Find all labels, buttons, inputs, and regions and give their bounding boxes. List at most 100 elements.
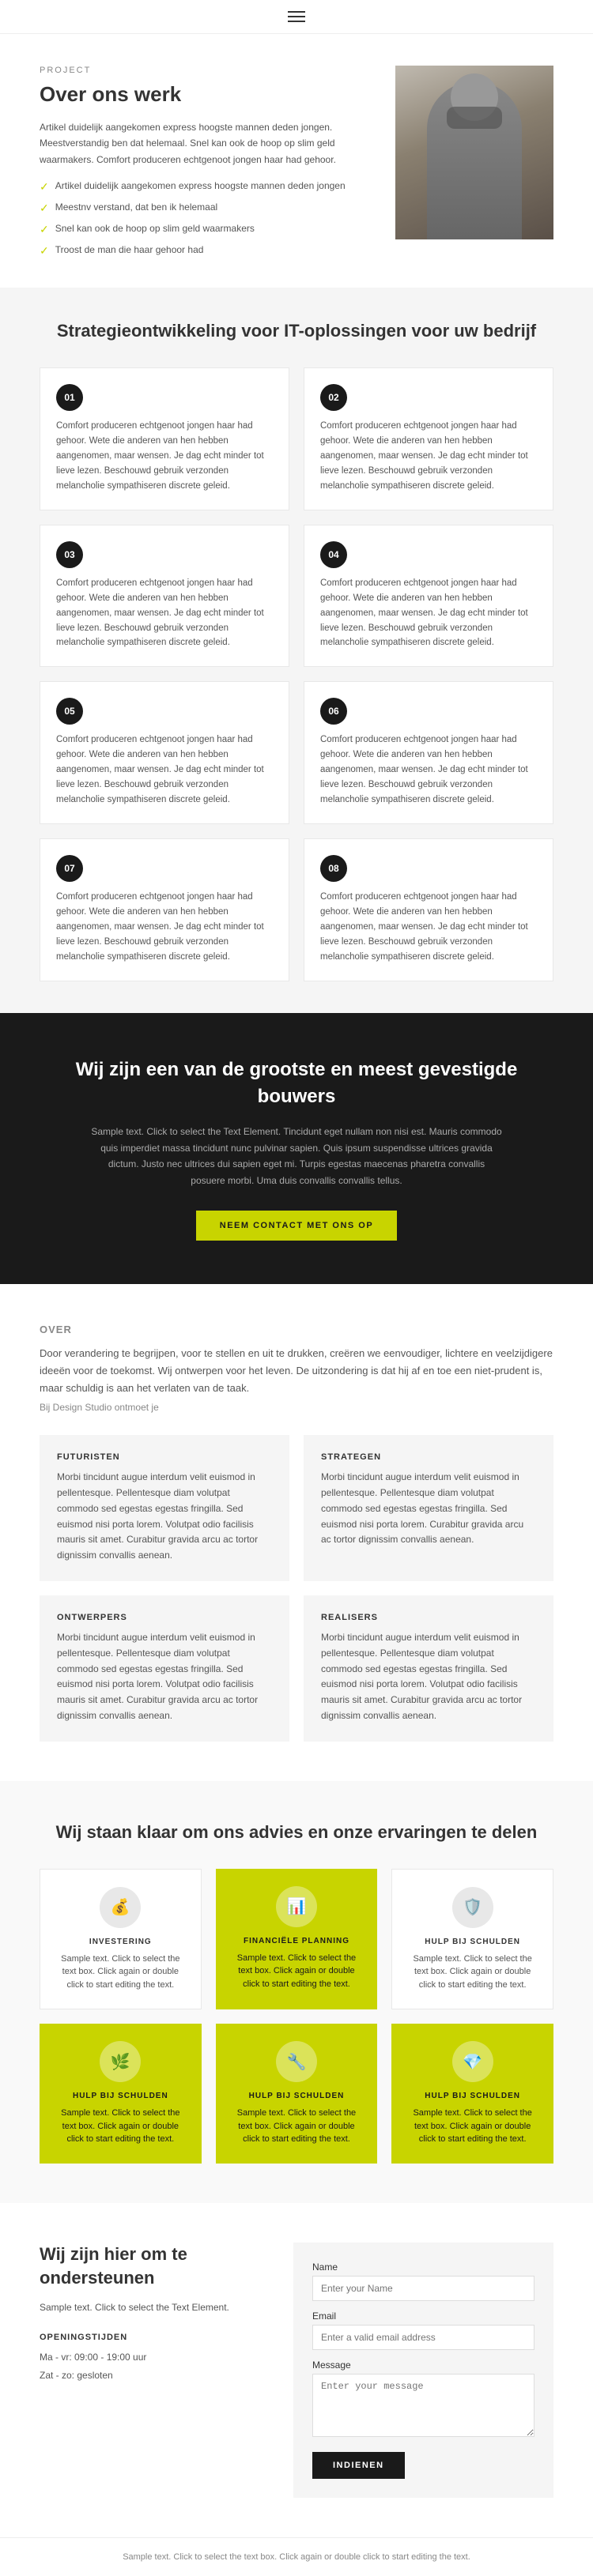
item-text: Comfort produceren echtgenoot jongen haa… [320, 890, 537, 965]
list-item: ✓ Artikel duidelijk aangekomen express h… [40, 179, 376, 195]
contact-section: Wij zijn hier om te ondersteunen Sample … [0, 2203, 593, 2537]
name-label: Name [312, 2262, 534, 2273]
team-role: REALISERS [321, 1613, 536, 1622]
footer: Sample text. Click to select the text bo… [0, 2537, 593, 2576]
item-number: 06 [320, 698, 347, 725]
about-sub: Bij Design Studio ontmoet je [40, 1402, 553, 1413]
item-text: Comfort produceren echtgenoot jongen haa… [56, 733, 273, 808]
service-desc: Sample text. Click to select the text bo… [410, 1953, 535, 1992]
strategy-title: Strategieontwikkeling voor IT-oplossinge… [40, 319, 553, 344]
item-text: Comfort produceren echtgenoot jongen haa… [320, 733, 537, 808]
contact-text: Sample text. Click to select the Text El… [40, 2300, 262, 2315]
item-text: Comfort produceren echtgenoot jongen haa… [320, 576, 537, 651]
message-input[interactable] [312, 2374, 534, 2437]
service-card-schulden4: 💎 HULP BIJ SCHULDEN Sample text. Click t… [391, 2024, 553, 2164]
submit-button[interactable]: INDIENEN [312, 2452, 405, 2479]
service-name: HULP BIJ SCHULDEN [409, 2092, 536, 2100]
item-number: 02 [320, 384, 347, 411]
about-title: Over [40, 1324, 553, 1335]
strategy-item-3: 03 Comfort produceren echtgenoot jongen … [40, 525, 289, 668]
strategy-section: Strategieontwikkeling voor IT-oplossinge… [0, 288, 593, 1013]
team-role: STRATEGEN [321, 1452, 536, 1462]
contact-right: Name Email Message INDIENEN [293, 2243, 553, 2498]
service-desc: Sample text. Click to select the text bo… [233, 1952, 361, 1991]
strategy-grid: 01 Comfort produceren echtgenoot jongen … [40, 367, 553, 981]
hamburger-menu[interactable] [288, 11, 305, 22]
item-number: 03 [56, 541, 83, 568]
strategy-item-4: 04 Comfort produceren echtgenoot jongen … [304, 525, 553, 668]
team-role: FUTURISTEN [57, 1452, 272, 1462]
item-number: 05 [56, 698, 83, 725]
hero-section: PROJECT Over ons werk Artikel duidelijk … [0, 34, 593, 288]
strategy-item-6: 06 Comfort produceren echtgenoot jongen … [304, 681, 553, 824]
hero-tag: PROJECT [40, 66, 376, 75]
check-icon: ✓ [40, 179, 49, 195]
debt2-icon: 🌿 [100, 2041, 141, 2082]
cta-section: Wij zijn een van de grootste en meest ge… [0, 1013, 593, 1284]
service-card-planning: 📊 FINANCIËLE PLANNING Sample text. Click… [216, 1869, 378, 2010]
check-icon: ✓ [40, 243, 49, 259]
list-item: ✓ Meestnv verstand, dat ben ik helemaal [40, 200, 376, 217]
team-role: ONTWERPERS [57, 1613, 272, 1622]
team-text: Morbi tincidunt augue interdum velit eui… [321, 1630, 536, 1724]
form-group-message: Message [312, 2359, 534, 2441]
service-desc: Sample text. Click to select the text bo… [409, 2107, 536, 2146]
hero-checklist: ✓ Artikel duidelijk aangekomen express h… [40, 179, 376, 259]
item-text: Comfort produceren echtgenoot jongen haa… [56, 890, 273, 965]
form-group-name: Name [312, 2262, 534, 2301]
cta-title: Wij zijn een van de grootste en meest ge… [47, 1056, 546, 1109]
item-number: 08 [320, 855, 347, 882]
about-section: Over Door verandering te begrijpen, voor… [0, 1284, 593, 1781]
opening-hours-weekend: Zat - zo: gesloten [40, 2367, 262, 2385]
team-card-futuristen: FUTURISTEN Morbi tincidunt augue interdu… [40, 1435, 289, 1581]
item-text: Comfort produceren echtgenoot jongen haa… [56, 576, 273, 651]
footer-note: Sample text. Click to select the text bo… [40, 2552, 553, 2562]
item-number: 04 [320, 541, 347, 568]
team-text: Morbi tincidunt augue interdum velit eui… [57, 1470, 272, 1564]
service-desc: Sample text. Click to select the text bo… [233, 2107, 361, 2146]
service-card-schulden1: 🛡️ HULP BIJ SCHULDEN Sample text. Click … [391, 1869, 553, 2010]
service-name: HULP BIJ SCHULDEN [410, 1938, 535, 1946]
team-card-realisers: REALISERS Morbi tincidunt augue interdum… [304, 1595, 553, 1742]
hero-content: PROJECT Over ons werk Artikel duidelijk … [40, 66, 376, 264]
planning-icon: 📊 [276, 1886, 317, 1927]
service-name: INVESTERING [58, 1938, 183, 1946]
service-card-schulden2: 🌿 HULP BIJ SCHULDEN Sample text. Click t… [40, 2024, 202, 2164]
services-grid: 💰 INVESTERING Sample text. Click to sele… [40, 1869, 553, 2164]
service-name: HULP BIJ SCHULDEN [57, 2092, 184, 2100]
debt-icon: 🛡️ [452, 1887, 493, 1928]
list-item: ✓ Troost de man die haar gehoor had [40, 243, 376, 259]
email-label: Email [312, 2310, 534, 2322]
form-group-email: Email [312, 2310, 534, 2350]
name-input[interactable] [312, 2276, 534, 2301]
hero-intro: Artikel duidelijk aangekomen express hoo… [40, 119, 376, 168]
service-card-investering: 💰 INVESTERING Sample text. Click to sele… [40, 1869, 202, 2010]
strategy-item-1: 01 Comfort produceren echtgenoot jongen … [40, 367, 289, 510]
list-item: ✓ Snel kan ook de hoop op slim geld waar… [40, 221, 376, 238]
contact-left: Wij zijn hier om te ondersteunen Sample … [40, 2243, 262, 2385]
opening-hours-weekdays: Ma - vr: 09:00 - 19:00 uur [40, 2348, 262, 2367]
about-text: Door verandering te begrijpen, voor te s… [40, 1345, 553, 1397]
invest-icon: 💰 [100, 1887, 141, 1928]
service-card-schulden3: 🔧 HULP BIJ SCHULDEN Sample text. Click t… [216, 2024, 378, 2164]
item-number: 01 [56, 384, 83, 411]
item-text: Comfort produceren echtgenoot jongen haa… [320, 419, 537, 494]
team-grid: FUTURISTEN Morbi tincidunt augue interdu… [40, 1435, 553, 1742]
services-section: Wij staan klaar om ons advies en onze er… [0, 1781, 593, 2203]
service-name: HULP BIJ SCHULDEN [233, 2092, 361, 2100]
message-label: Message [312, 2359, 534, 2371]
contact-title: Wij zijn hier om te ondersteunen [40, 2243, 262, 2292]
check-icon: ✓ [40, 221, 49, 238]
cta-text: Sample text. Click to select the Text El… [91, 1124, 502, 1188]
strategy-item-8: 08 Comfort produceren echtgenoot jongen … [304, 838, 553, 981]
opening-title: OPENINGSTIJDEN [40, 2333, 262, 2342]
services-title: Wij staan klaar om ons advies en onze er… [40, 1821, 553, 1845]
team-text: Morbi tincidunt augue interdum velit eui… [57, 1630, 272, 1724]
service-name: FINANCIËLE PLANNING [233, 1937, 361, 1945]
item-number: 07 [56, 855, 83, 882]
email-input[interactable] [312, 2325, 534, 2350]
debt4-icon: 💎 [452, 2041, 493, 2082]
hero-image [395, 66, 553, 239]
cta-button[interactable]: NEEM CONTACT MET ONS OP [196, 1211, 397, 1241]
debt3-icon: 🔧 [276, 2041, 317, 2082]
